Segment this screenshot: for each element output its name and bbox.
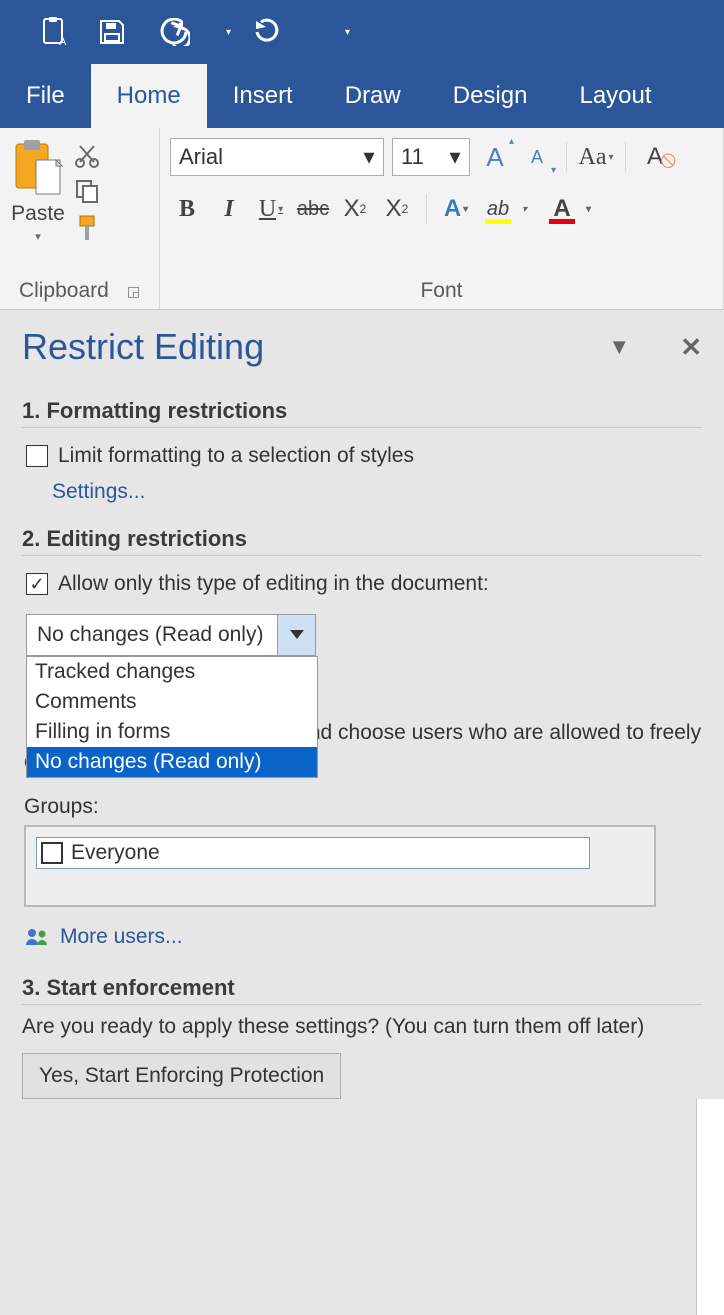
font-name-caret-icon[interactable]: ▾	[359, 139, 379, 175]
section-formatting-title: 1. Formatting restrictions	[22, 398, 702, 428]
strikethrough-button[interactable]: abc	[296, 192, 330, 226]
grow-font-icon[interactable]: A▴	[478, 140, 512, 174]
undo-caret-icon[interactable]: ▾	[226, 27, 231, 38]
underline-caret-icon[interactable]: ▾	[278, 204, 283, 215]
paste-label: Paste	[11, 202, 65, 226]
allow-editing-checkbox[interactable]: ✓	[26, 573, 48, 595]
redo-icon[interactable]	[251, 18, 281, 46]
ribbon: Paste ▾ Clipboard ◲	[0, 128, 724, 310]
allow-editing-label: Allow only this type of editing in the d…	[58, 572, 489, 596]
enforcement-text: Are you ready to apply these settings? (…	[22, 1015, 702, 1039]
fontcolor-caret-icon[interactable]: ▾	[586, 204, 591, 215]
group-everyone-label: Everyone	[71, 841, 160, 865]
divider	[566, 142, 567, 172]
start-enforcing-button[interactable]: Yes, Start Enforcing Protection	[22, 1053, 341, 1099]
limit-formatting-checkbox[interactable]	[26, 445, 48, 467]
clipboard-group-label: Clipboard	[19, 279, 109, 303]
underline-button[interactable]: U▾	[254, 192, 288, 226]
tab-design[interactable]: Design	[427, 64, 554, 128]
font-name-value: Arial	[179, 144, 223, 170]
font-color-button[interactable]: A▾	[545, 192, 579, 226]
divider	[426, 194, 427, 224]
divider	[625, 142, 626, 172]
font-size-caret-icon[interactable]: ▾	[445, 139, 465, 175]
case-caret-icon[interactable]: ▾	[608, 152, 613, 163]
font-size-combo[interactable]: 11 ▾	[392, 138, 470, 176]
editing-type-caret-icon[interactable]	[277, 615, 315, 655]
tab-layout[interactable]: Layout	[553, 64, 677, 128]
text-effects-button[interactable]: A▾	[439, 192, 473, 226]
tab-file[interactable]: File	[0, 64, 91, 128]
tab-home[interactable]: Home	[91, 64, 207, 128]
option-comments[interactable]: Comments	[27, 687, 317, 717]
pane-close-icon[interactable]: ✕	[680, 332, 702, 363]
highlight-button[interactable]: ab▾	[481, 192, 515, 226]
bold-button[interactable]: B	[170, 192, 204, 226]
paste-button[interactable]: Paste ▾	[10, 138, 66, 243]
group-item-everyone[interactable]: Everyone	[36, 837, 590, 869]
paste-icon	[10, 138, 66, 198]
copy-icon[interactable]	[74, 178, 100, 204]
clipboard-a-icon[interactable]: A	[40, 17, 68, 47]
ribbon-group-clipboard: Paste ▾ Clipboard ◲	[0, 128, 160, 309]
quick-access-toolbar: A ▾ ▾	[0, 0, 724, 64]
option-tracked-changes[interactable]: Tracked changes	[27, 657, 317, 687]
groups-listbox: Everyone	[24, 825, 656, 907]
ribbon-tabs: File Home Insert Draw Design Layout	[0, 64, 724, 128]
font-size-value: 11	[401, 144, 424, 170]
customize-qat-caret-icon[interactable]: ▾	[345, 27, 350, 38]
section-editing-title: 2. Editing restrictions	[22, 526, 702, 556]
editing-type-dropdown: Tracked changes Comments Filling in form…	[26, 656, 318, 778]
save-icon[interactable]	[98, 18, 126, 46]
option-no-changes[interactable]: No changes (Read only)	[27, 747, 317, 777]
subscript-button[interactable]: X2	[338, 192, 372, 226]
option-filling-forms[interactable]: Filling in forms	[27, 717, 317, 747]
group-everyone-checkbox[interactable]	[41, 842, 63, 864]
clear-formatting-icon[interactable]: A⦸	[638, 140, 672, 174]
ribbon-group-font: Arial ▾ 11 ▾ A▴ A▾ Aa▾ A⦸ B I U▾ abc X2	[160, 128, 724, 309]
superscript-button[interactable]: X2	[380, 192, 414, 226]
pane-title: Restrict Editing	[22, 326, 264, 368]
restrict-editing-pane: Restrict Editing ▼ ✕ 1. Formatting restr…	[0, 310, 724, 1099]
format-painter-icon[interactable]	[74, 214, 100, 242]
cut-icon[interactable]	[74, 142, 100, 168]
tab-draw[interactable]: Draw	[319, 64, 427, 128]
pane-options-caret-icon[interactable]: ▼	[608, 334, 630, 360]
change-case-button[interactable]: Aa▾	[579, 140, 613, 174]
editing-type-select[interactable]: No changes (Read only) Tracked changes C…	[26, 614, 316, 656]
formatting-settings-link[interactable]: Settings...	[52, 480, 145, 504]
more-users-label: More users...	[60, 925, 183, 949]
svg-text:A: A	[59, 36, 67, 47]
editing-type-value: No changes (Read only)	[27, 615, 277, 655]
shrink-font-icon[interactable]: A▾	[520, 140, 554, 174]
tab-insert[interactable]: Insert	[207, 64, 319, 128]
font-name-combo[interactable]: Arial ▾	[170, 138, 384, 176]
clipboard-launcher-icon[interactable]: ◲	[127, 283, 140, 300]
font-group-label: Font	[420, 279, 462, 303]
undo-group[interactable]: ▾	[156, 18, 231, 46]
highlight-caret-icon[interactable]: ▾	[522, 204, 527, 215]
limit-formatting-label: Limit formatting to a selection of style…	[58, 444, 414, 468]
italic-button[interactable]: I	[212, 192, 246, 226]
groups-label: Groups:	[24, 795, 702, 819]
texteffects-caret-icon[interactable]: ▾	[463, 204, 468, 215]
paste-caret-icon[interactable]: ▾	[35, 230, 41, 243]
more-users-link[interactable]: More users...	[24, 925, 183, 949]
section-enforcement-title: 3. Start enforcement	[22, 975, 702, 1005]
undo-icon[interactable]	[156, 18, 190, 46]
users-icon	[24, 927, 50, 947]
